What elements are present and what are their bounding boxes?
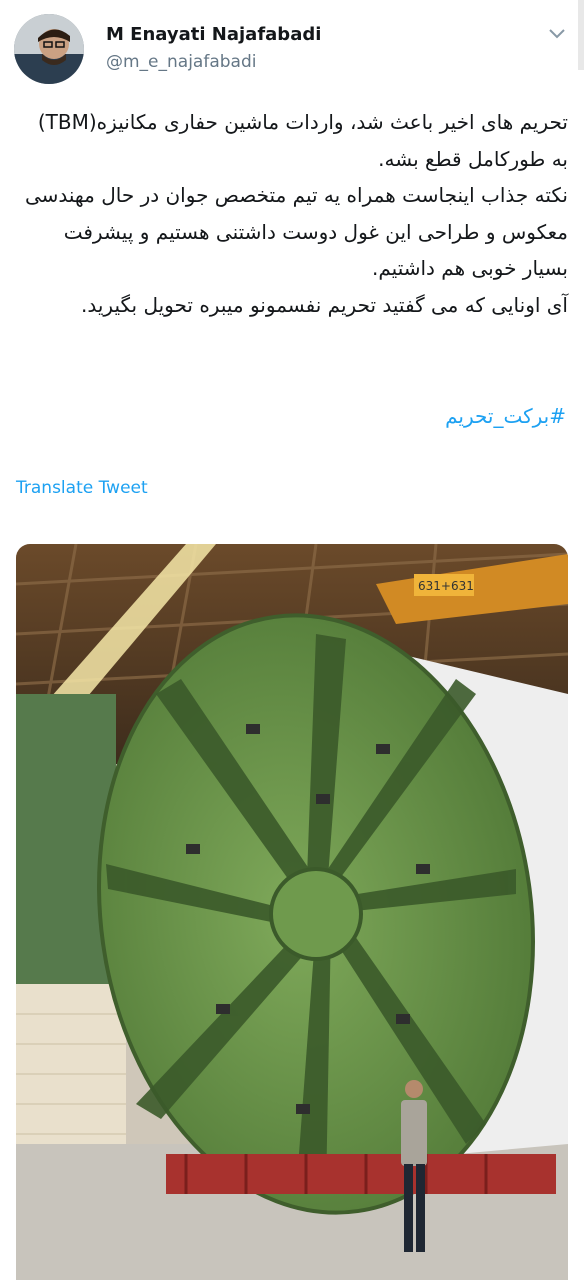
avatar-photo	[14, 14, 84, 84]
hashtag-link[interactable]: #برکت_تحریم	[445, 404, 566, 428]
tweet-photo[interactable]: 631+631	[16, 544, 568, 1280]
scrollbar[interactable]	[578, 0, 584, 70]
user-name[interactable]: M Enayati Najafabadi	[106, 24, 321, 45]
avatar[interactable]	[14, 14, 84, 84]
tbm-machine-image: 631+631	[16, 544, 568, 1280]
tweet-text: تحریم های اخیر باعث شد، واردات ماشین حفا…	[24, 110, 568, 317]
user-handle[interactable]: @m_e_najafabadi	[106, 52, 256, 72]
translate-tweet-link[interactable]: Translate Tweet	[16, 478, 148, 498]
chevron-down-icon[interactable]	[546, 22, 568, 44]
crane-sign-text: 631+631	[418, 579, 474, 593]
